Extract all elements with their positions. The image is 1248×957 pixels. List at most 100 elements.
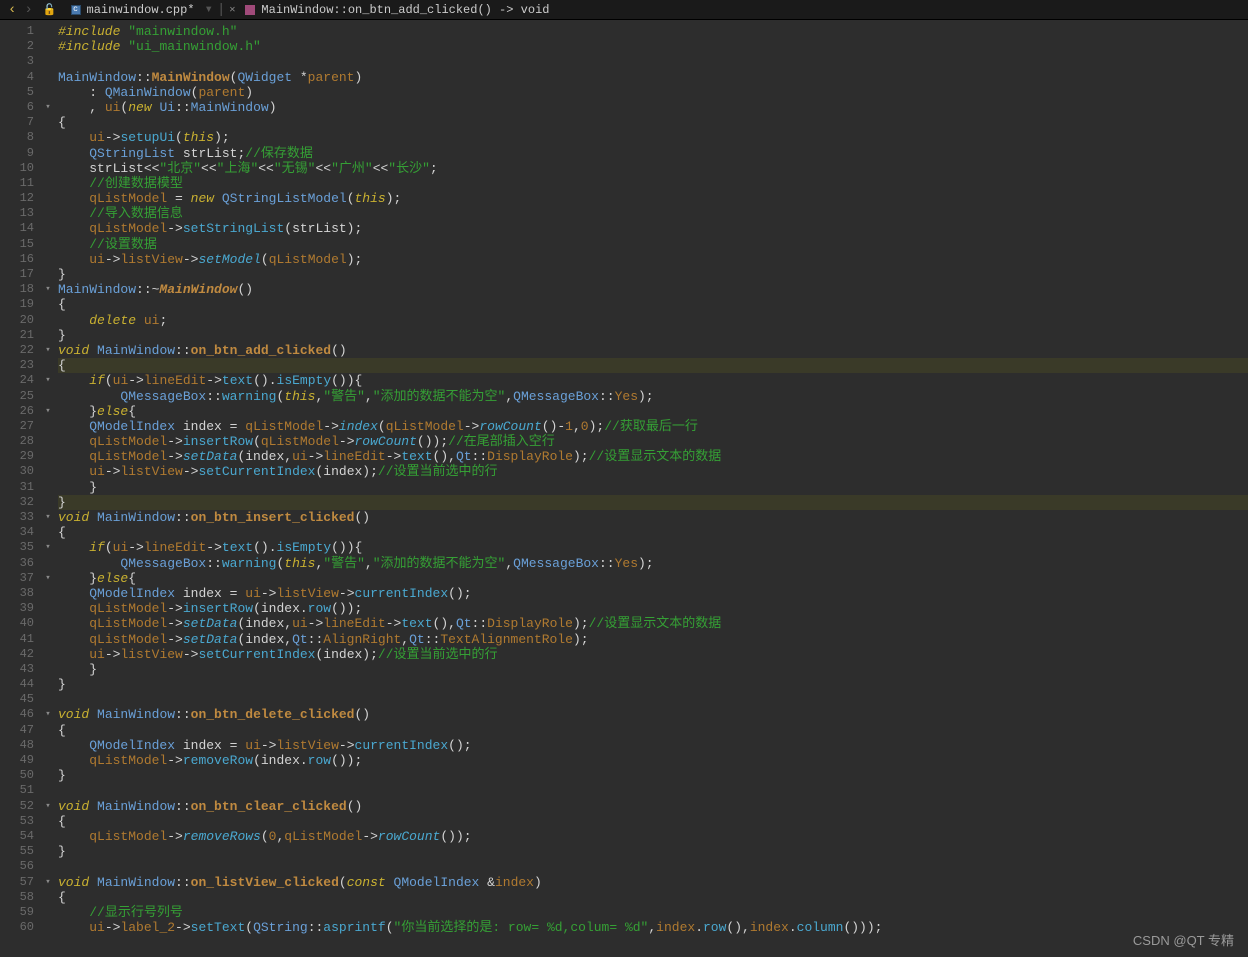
code-line[interactable]: strList<<"北京"<<"上海"<<"无锡"<<"广州"<<"长沙"; [58, 161, 1248, 176]
line-number: 13 [0, 206, 34, 221]
code-line[interactable]: if(ui->lineEdit->text().isEmpty()){ [58, 373, 1248, 388]
fold-marker[interactable]: ▾ [42, 707, 54, 722]
line-number: 26 [0, 404, 34, 419]
fold-marker [42, 480, 54, 495]
code-line[interactable]: } [58, 844, 1248, 859]
code-line[interactable]: ui->listView->setCurrentIndex(index);//设… [58, 647, 1248, 662]
fold-marker[interactable]: ▾ [42, 343, 54, 358]
code-area[interactable]: #include "mainwindow.h"#include "ui_main… [54, 20, 1248, 957]
code-line[interactable]: //设置数据 [58, 237, 1248, 252]
code-line[interactable]: qListModel->setStringList(strList); [58, 221, 1248, 236]
code-line[interactable]: qListModel = new QStringListModel(this); [58, 191, 1248, 206]
code-line[interactable]: } [58, 768, 1248, 783]
code-line[interactable]: { [58, 115, 1248, 130]
code-line[interactable]: #include "mainwindow.h" [58, 24, 1248, 39]
code-line[interactable]: { [58, 358, 1248, 373]
code-line[interactable]: QMessageBox::warning(this,"警告","添加的数据不能为… [58, 389, 1248, 404]
code-line[interactable]: , ui(new Ui::MainWindow) [58, 100, 1248, 115]
fold-column[interactable]: ▾ ▾ ▾ ▾ ▾ ▾ ▾ ▾ ▾ ▾ ▾ [42, 20, 54, 957]
line-number: 3 [0, 54, 34, 69]
code-line[interactable]: }else{ [58, 571, 1248, 586]
code-line[interactable]: ui->listView->setCurrentIndex(index);//设… [58, 464, 1248, 479]
code-line[interactable] [58, 692, 1248, 707]
code-line[interactable]: qListModel->insertRow(qListModel->rowCou… [58, 434, 1248, 449]
code-line[interactable]: void MainWindow::on_btn_add_clicked() [58, 343, 1248, 358]
line-number: 58 [0, 890, 34, 905]
code-line[interactable]: delete ui; [58, 313, 1248, 328]
code-line[interactable]: { [58, 297, 1248, 312]
fold-marker [42, 70, 54, 85]
fold-marker[interactable]: ▾ [42, 510, 54, 525]
breadcrumb-tab[interactable]: MainWindow::on_btn_add_clicked() -> void [237, 0, 557, 19]
code-line[interactable]: qListModel->setData(index,ui->lineEdit->… [58, 616, 1248, 631]
code-line[interactable]: } [58, 677, 1248, 692]
code-editor[interactable]: 1234567891011121314151617181920212223242… [0, 20, 1248, 957]
nav-back-icon[interactable]: ‹ [4, 2, 20, 18]
code-line[interactable]: } [58, 267, 1248, 282]
fold-marker [42, 525, 54, 540]
line-number: 41 [0, 632, 34, 647]
code-line[interactable] [58, 859, 1248, 874]
nav-forward-icon[interactable]: › [20, 2, 36, 18]
fold-marker [42, 267, 54, 282]
line-number: 34 [0, 525, 34, 540]
fold-marker[interactable]: ▾ [42, 282, 54, 297]
code-line[interactable]: //导入数据信息 [58, 206, 1248, 221]
line-number: 52 [0, 799, 34, 814]
code-line[interactable]: QMessageBox::warning(this,"警告","添加的数据不能为… [58, 556, 1248, 571]
code-line[interactable]: ui->label_2->setText(QString::asprintf("… [58, 920, 1248, 935]
fold-marker [42, 252, 54, 267]
code-line[interactable]: } [58, 480, 1248, 495]
code-line[interactable]: }else{ [58, 404, 1248, 419]
code-line[interactable]: ui->listView->setModel(qListModel); [58, 252, 1248, 267]
code-line[interactable]: void MainWindow::on_listView_clicked(con… [58, 875, 1248, 890]
code-line[interactable]: void MainWindow::on_btn_insert_clicked() [58, 510, 1248, 525]
code-line[interactable]: QModelIndex index = ui->listView->curren… [58, 586, 1248, 601]
file-tab[interactable]: c mainwindow.cpp* [63, 0, 203, 19]
code-line[interactable]: void MainWindow::on_btn_clear_clicked() [58, 799, 1248, 814]
code-line[interactable]: } [58, 328, 1248, 343]
code-line[interactable]: qListModel->setData(index,Qt::AlignRight… [58, 632, 1248, 647]
tab-filename: mainwindow.cpp* [87, 3, 195, 17]
code-line[interactable] [58, 783, 1248, 798]
code-line[interactable]: //创建数据模型 [58, 176, 1248, 191]
code-line[interactable]: { [58, 723, 1248, 738]
code-line[interactable]: : QMainWindow(parent) [58, 85, 1248, 100]
code-line[interactable] [58, 54, 1248, 69]
code-line[interactable]: qListModel->removeRows(0,qListModel->row… [58, 829, 1248, 844]
code-line[interactable]: qListModel->setData(index,ui->lineEdit->… [58, 449, 1248, 464]
code-line[interactable]: QModelIndex index = ui->listView->curren… [58, 738, 1248, 753]
code-line[interactable]: MainWindow::MainWindow(QWidget *parent) [58, 70, 1248, 85]
fold-marker[interactable]: ▾ [42, 404, 54, 419]
code-line[interactable]: if(ui->lineEdit->text().isEmpty()){ [58, 540, 1248, 555]
fold-marker [42, 24, 54, 39]
fold-marker[interactable]: ▾ [42, 571, 54, 586]
code-line[interactable]: { [58, 890, 1248, 905]
fold-marker[interactable]: ▾ [42, 540, 54, 555]
code-line[interactable]: QStringList strList;//保存数据 [58, 146, 1248, 161]
tab-dropdown-icon[interactable]: ▾ [203, 1, 215, 18]
code-line[interactable]: MainWindow::~MainWindow() [58, 282, 1248, 297]
code-line[interactable]: { [58, 525, 1248, 540]
fold-marker[interactable]: ▾ [42, 799, 54, 814]
line-number: 38 [0, 586, 34, 601]
line-number: 37 [0, 571, 34, 586]
code-line[interactable]: } [58, 662, 1248, 677]
lock-icon[interactable]: 🔓 [37, 3, 63, 17]
code-line[interactable]: } [58, 495, 1248, 510]
fold-marker [42, 39, 54, 54]
code-line[interactable]: ui->setupUi(this); [58, 130, 1248, 145]
line-number: 55 [0, 844, 34, 859]
code-line[interactable]: qListModel->removeRow(index.row()); [58, 753, 1248, 768]
line-number: 10 [0, 161, 34, 176]
fold-marker[interactable]: ▾ [42, 373, 54, 388]
close-icon[interactable]: ✕ [227, 4, 237, 16]
code-line[interactable]: //显示行号列号 [58, 905, 1248, 920]
code-line[interactable]: qListModel->insertRow(index.row()); [58, 601, 1248, 616]
code-line[interactable]: void MainWindow::on_btn_delete_clicked() [58, 707, 1248, 722]
code-line[interactable]: { [58, 814, 1248, 829]
code-line[interactable]: #include "ui_mainwindow.h" [58, 39, 1248, 54]
fold-marker[interactable]: ▾ [42, 875, 54, 890]
code-line[interactable]: QModelIndex index = qListModel->index(qL… [58, 419, 1248, 434]
fold-marker[interactable]: ▾ [42, 100, 54, 115]
